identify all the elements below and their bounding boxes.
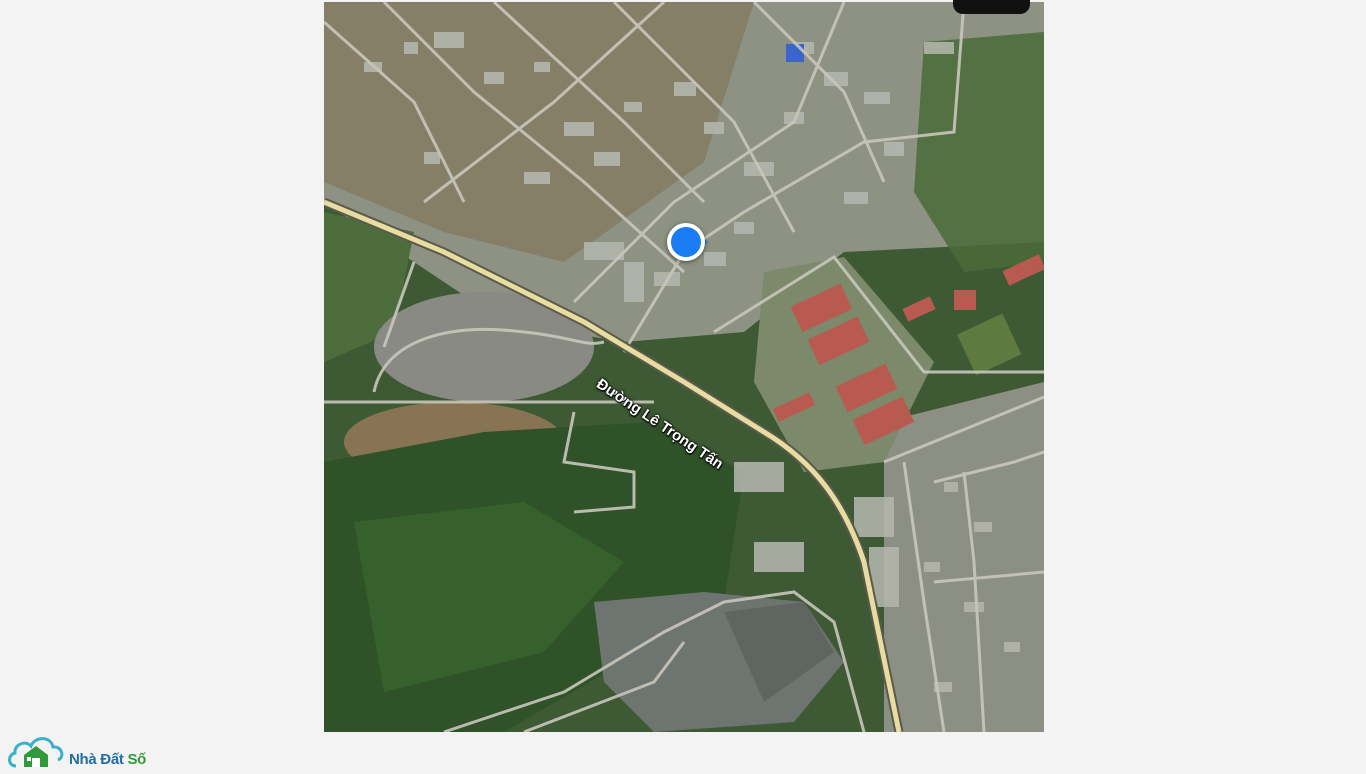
current-location-marker[interactable] — [667, 223, 708, 261]
map-imagery — [324, 2, 1044, 732]
status-pill — [953, 0, 1030, 14]
location-dot-icon — [667, 223, 705, 261]
brand-name: Nhà Đất Số — [69, 751, 146, 768]
satellite-map[interactable]: Đường Lê Trọng Tấn — [324, 2, 1044, 732]
brand-name-part1: Nhà Đất — [69, 751, 128, 768]
house-cloud-logo-icon — [8, 737, 64, 768]
brand-logo[interactable]: Nhà Đất Số — [6, 733, 176, 768]
brand-name-part2: Số — [127, 751, 147, 768]
